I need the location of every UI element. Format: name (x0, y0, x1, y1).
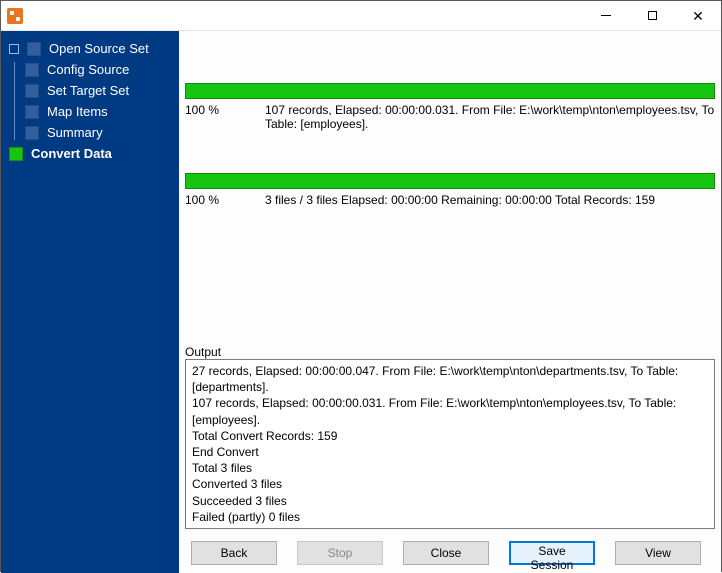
step-icon (25, 105, 39, 119)
sidebar-item-map-items[interactable]: Map Items (25, 104, 171, 119)
sidebar-item-summary[interactable]: Summary (25, 125, 171, 140)
output-line: End Convert (192, 444, 708, 460)
sidebar-item-label: Convert Data (31, 146, 112, 161)
maximize-button[interactable] (629, 1, 675, 31)
stop-button[interactable]: Stop (297, 541, 383, 565)
sidebar-item-config-source[interactable]: Config Source (25, 62, 171, 77)
minimize-button[interactable] (583, 1, 629, 31)
sidebar-item-label: Map Items (47, 104, 108, 119)
step-icon (25, 126, 39, 140)
step-active-icon (9, 147, 23, 161)
total-progress-section: 100 % 3 files / 3 files Elapsed: 00:00:0… (185, 173, 715, 207)
back-button[interactable]: Back (191, 541, 277, 565)
wizard-sidebar: Open Source Set Config Source Set Target… (1, 31, 179, 573)
output-line: Converted 3 files (192, 476, 708, 492)
total-progress-detail: 3 files / 3 files Elapsed: 00:00:00 Rema… (265, 193, 715, 207)
button-row: Back Stop Close Save Session View (185, 539, 715, 567)
file-progress-section: 100 % 107 records, Elapsed: 00:00:00.031… (185, 83, 715, 131)
output-line: 27 records, Elapsed: 00:00:00.047. From … (192, 363, 708, 395)
step-icon (25, 84, 39, 98)
output-line: Succeeded 3 files (192, 493, 708, 509)
save-session-button[interactable]: Save Session (509, 541, 595, 565)
view-button[interactable]: View (615, 541, 701, 565)
sidebar-item-label: Config Source (47, 62, 129, 77)
app-icon (7, 8, 23, 24)
sidebar-item-set-target[interactable]: Set Target Set (25, 83, 171, 98)
tree-expander-icon (9, 44, 19, 54)
sidebar-root-label: Open Source Set (49, 41, 149, 56)
file-progress-percent: 100 % (185, 103, 265, 131)
step-icon (25, 63, 39, 77)
output-line: Total Convert Records: 159 (192, 428, 708, 444)
output-line: Failed (partly) 0 files (192, 509, 708, 525)
file-progress-detail: 107 records, Elapsed: 00:00:00.031. From… (265, 103, 715, 131)
sidebar-item-convert-data[interactable]: Convert Data (9, 146, 171, 161)
output-label: Output (185, 337, 715, 359)
close-window-button[interactable]: ✕ (675, 1, 721, 31)
sidebar-item-label: Summary (47, 125, 103, 140)
output-textarea[interactable]: 27 records, Elapsed: 00:00:00.047. From … (185, 359, 715, 529)
sidebar-item-label: Set Target Set (47, 83, 129, 98)
progress-bar-total (185, 173, 715, 189)
main-panel: 100 % 107 records, Elapsed: 00:00:00.031… (179, 31, 721, 573)
total-progress-percent: 100 % (185, 193, 265, 207)
progress-bar-file (185, 83, 715, 99)
output-line: 107 records, Elapsed: 00:00:00.031. From… (192, 395, 708, 427)
titlebar: ✕ (1, 1, 721, 31)
close-button[interactable]: Close (403, 541, 489, 565)
sidebar-root[interactable]: Open Source Set (9, 41, 171, 56)
output-line: Total 3 files (192, 460, 708, 476)
sidebar-children: Config Source Set Target Set Map Items S… (14, 62, 171, 140)
